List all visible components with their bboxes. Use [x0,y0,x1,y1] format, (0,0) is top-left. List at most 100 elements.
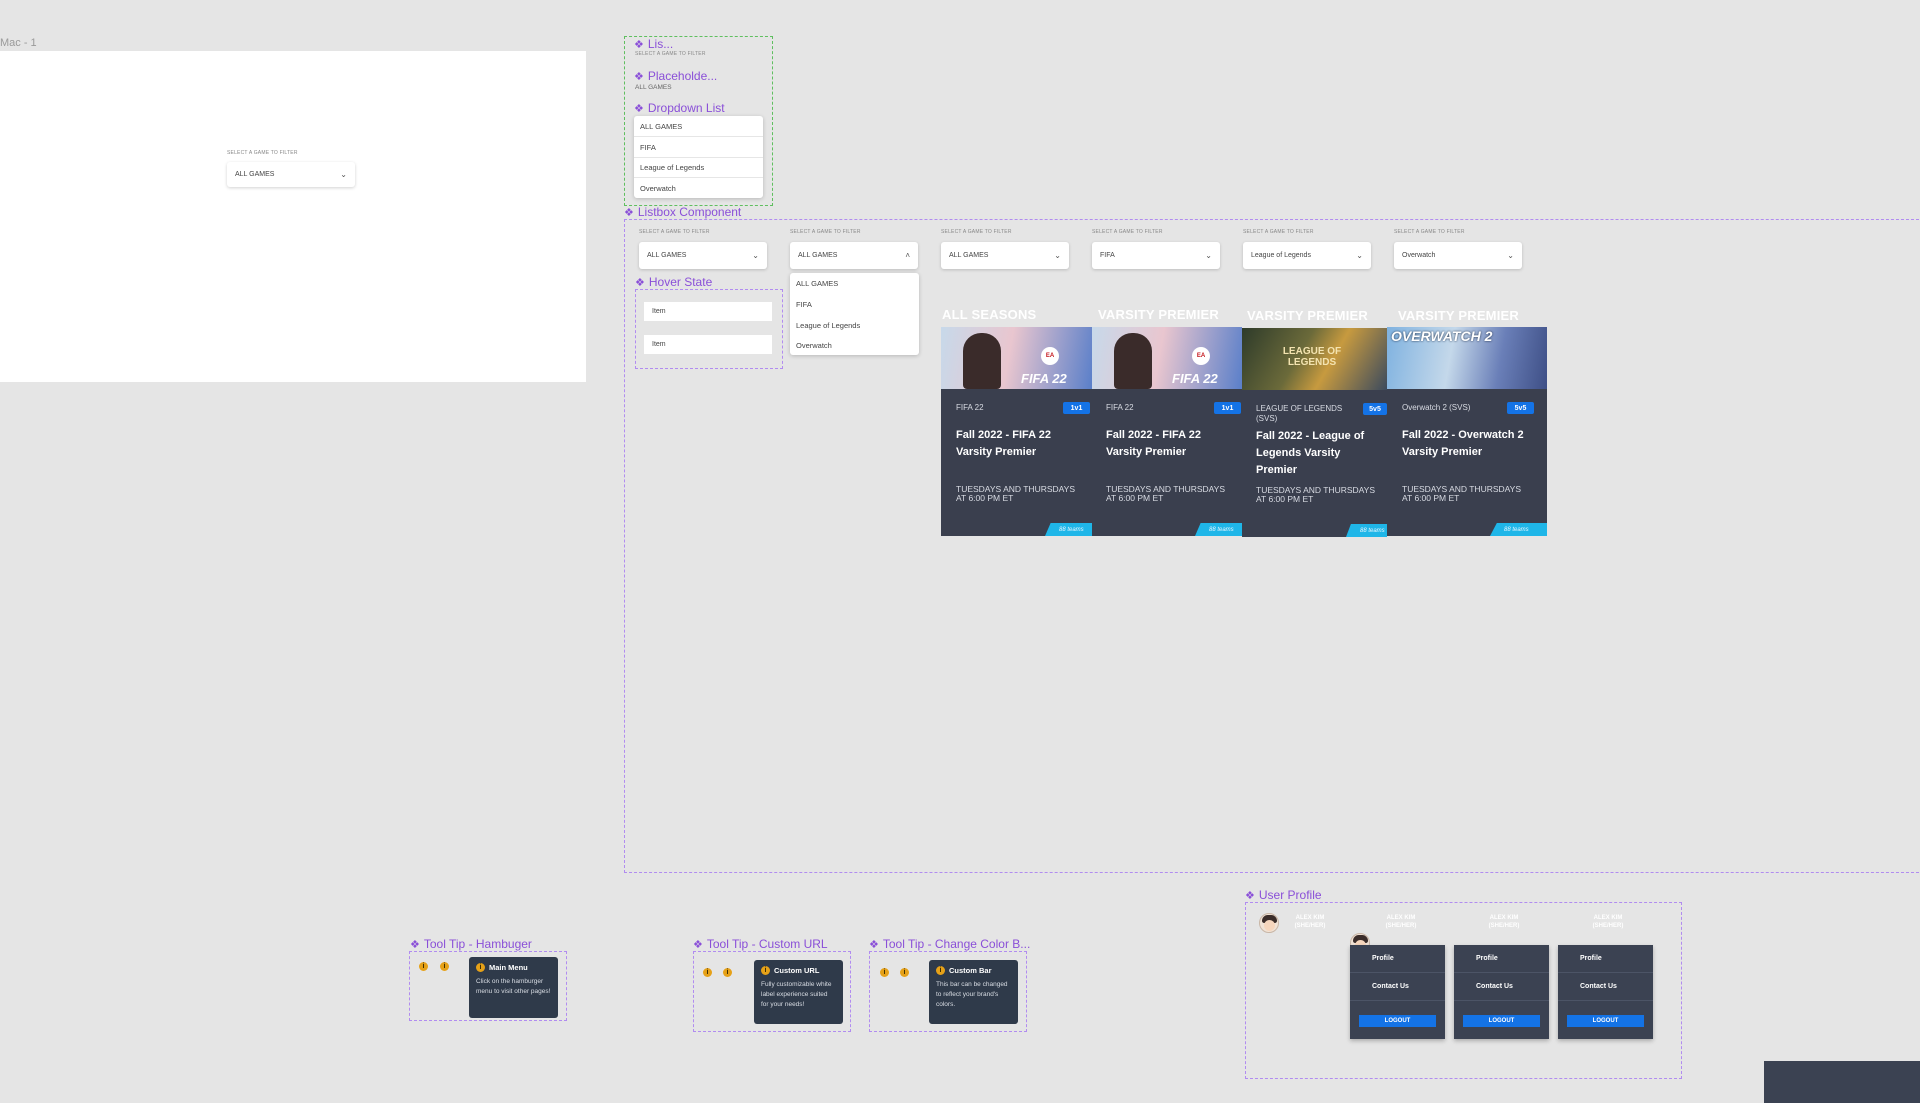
component-label-dropdown-list: ❖ Dropdown List [634,101,725,115]
hover-item[interactable]: Item [644,335,772,354]
tooltip-body: Fully customizable white label experienc… [761,981,832,1008]
info-icon[interactable]: i [440,962,449,971]
profile-dropdown: Profile Contact Us LOGOUT [1350,945,1445,1039]
select-value: FIFA [1100,252,1115,259]
select-value: ALL GAMES [235,171,275,178]
hover-state-frame: Item Item [635,289,783,369]
tooltip-title: Main Menu [489,963,528,972]
info-icon[interactable]: i [900,968,909,977]
open-dropdown-menu: ALL GAMES FIFA League of Legends Overwat… [790,273,919,355]
chevron-down-icon: ⌄ [340,170,347,179]
card-art-title: OVERWATCH 2 [1391,328,1493,344]
component-label-tooltip-custom-url: ❖ Tool Tip - Custom URL [693,937,828,951]
card-badge: 1v1 [1214,402,1241,414]
league-card[interactable]: OVERWATCH 2 Overwatch 2 (SVS) 5v5 Fall 2… [1387,327,1547,536]
info-icon: i [936,966,945,975]
select-value: ALL GAMES [949,252,989,259]
profile-name: ALEX KIM (SHE/HER) [1385,915,1417,929]
card-ribbon: 88 teams [1045,523,1092,536]
filter-label: SELECT A GAME TO FILTER [639,229,710,235]
card-title: Fall 2022 - League of Legends Varsity Pr… [1256,430,1365,476]
card-title: Fall 2022 - FIFA 22 Varsity Premier [956,429,1051,458]
select-value: League of Legends [1251,252,1311,259]
card-schedule: TUESDAYS AND THURSDAYS AT 6:00 PM ET [1256,485,1376,504]
dropdown-item[interactable]: ALL GAMES [634,116,763,137]
component-icon: ❖ [634,102,644,115]
game-filter-select-open[interactable]: ALL GAMES ˄ [790,242,918,269]
chevron-up-icon: ˄ [905,251,910,260]
player-figure [1114,333,1152,389]
tooltip-frame: i i i Custom Bar This bar can be changed … [869,951,1027,1032]
card-game: FIFA 22 [956,403,984,412]
info-icon[interactable]: i [419,962,428,971]
offscreen-frame [1764,1061,1920,1103]
info-icon[interactable]: i [880,968,889,977]
dropdown-item[interactable]: FIFA [790,294,919,315]
filter-label: SELECT A GAME TO FILTER [1243,229,1314,235]
dropdown-item[interactable]: FIFA [634,137,763,158]
league-card[interactable]: LEAGUE OF LEGENDS LEAGUE OF LEGENDS (SVS… [1242,328,1387,537]
component-icon: ❖ [624,206,634,219]
component-icon: ❖ [1245,889,1255,902]
avatar[interactable] [1259,913,1279,933]
league-card[interactable]: EA FIFA 22 FIFA 22 1v1 Fall 2022 - FIFA … [941,327,1092,536]
tooltip-title-row: i Custom Bar [936,966,1011,975]
filter-label: SELECT A GAME TO FILTER [1394,229,1465,235]
tooltip-title: Custom Bar [949,966,992,975]
profile-menu-item[interactable]: Profile [1558,945,1653,973]
card-art-title: LEAGUE OF LEGENDS [1282,346,1342,368]
card-art-title: FIFA 22 [1021,371,1067,386]
contact-menu-item[interactable]: Contact Us [1350,973,1445,1001]
contact-menu-item[interactable]: Contact Us [1558,973,1653,1001]
card-game: FIFA 22 [1106,403,1134,412]
dropdown-item[interactable]: League of Legends [790,315,919,335]
chevron-down-icon: ⌄ [1205,251,1212,260]
filter-label: SELECT A GAME TO FILTER [1092,229,1163,235]
card-title: Fall 2022 - FIFA 22 Varsity Premier [1106,429,1201,458]
tooltip: i Custom Bar This bar can be changed to r… [929,960,1018,1024]
tooltip-title-row: i Custom URL [761,966,836,975]
card-season-label: ALL SEASONS [942,307,1037,322]
mac-frame: SELECT A GAME TO FILTER ALL GAMES ⌄ [0,51,586,382]
placeholder-value: ALL GAMES [635,84,672,91]
profile-menu-item[interactable]: Profile [1350,945,1445,973]
hover-item[interactable]: Item [644,302,772,321]
card-image: EA FIFA 22 [941,327,1092,389]
game-filter-select[interactable]: FIFA ⌄ [1092,242,1220,269]
dropdown-item[interactable]: Overwatch [634,178,763,198]
logout-button[interactable]: LOGOUT [1359,1015,1436,1027]
profile-dropdown: Profile Contact Us LOGOUT [1454,945,1549,1039]
component-label-user-profile: ❖ User Profile [1245,888,1322,902]
game-filter-select[interactable]: Overwatch ⌄ [1394,242,1522,269]
logout-button[interactable]: LOGOUT [1463,1015,1540,1027]
tooltip: i Main Menu Click on the hamburger menu t… [469,957,558,1018]
filter-label: SELECT A GAME TO FILTER [941,229,1012,235]
dropdown-item[interactable]: Overwatch [790,335,919,355]
card-season-label: VARSITY PREMIER [1098,307,1219,322]
component-label-tooltip-change-color: ❖ Tool Tip - Change Color B... [869,937,1031,951]
profile-menu-item[interactable]: Profile [1454,945,1549,973]
game-filter-select[interactable]: ALL GAMES ⌄ [941,242,1069,269]
info-icon: i [761,966,770,975]
logout-button[interactable]: LOGOUT [1567,1015,1644,1027]
lis-sub-label: SELECT A GAME TO FILTER [635,51,706,57]
card-title: Fall 2022 - Overwatch 2 Varsity Premier [1402,429,1524,458]
info-icon[interactable]: i [703,968,712,977]
player-figure [963,333,1001,389]
league-card[interactable]: EA FIFA 22 FIFA 22 1v1 Fall 2022 - FIFA … [1092,327,1242,536]
filter-label: SELECT A GAME TO FILTER [790,229,861,235]
component-icon: ❖ [869,938,879,951]
card-game: LEAGUE OF LEGENDS (SVS) [1256,404,1343,423]
contact-menu-item[interactable]: Contact Us [1454,973,1549,1001]
component-icon: ❖ [635,276,645,289]
game-filter-select[interactable]: ALL GAMES ⌄ [227,162,355,187]
card-season-label: VARSITY PREMIER [1398,308,1519,323]
game-filter-select[interactable]: ALL GAMES ⌄ [639,242,767,269]
tooltip-body: This bar can be changed to reflect your … [936,981,1008,1008]
dropdown-list: ALL GAMES FIFA League of Legends Overwat… [634,116,763,198]
dropdown-item[interactable]: ALL GAMES [790,273,919,294]
dropdown-item[interactable]: League of Legends [634,158,763,178]
component-label-tooltip-hamburger: ❖ Tool Tip - Hambuger [410,937,532,951]
info-icon[interactable]: i [723,968,732,977]
game-filter-select[interactable]: League of Legends ⌄ [1243,242,1371,269]
